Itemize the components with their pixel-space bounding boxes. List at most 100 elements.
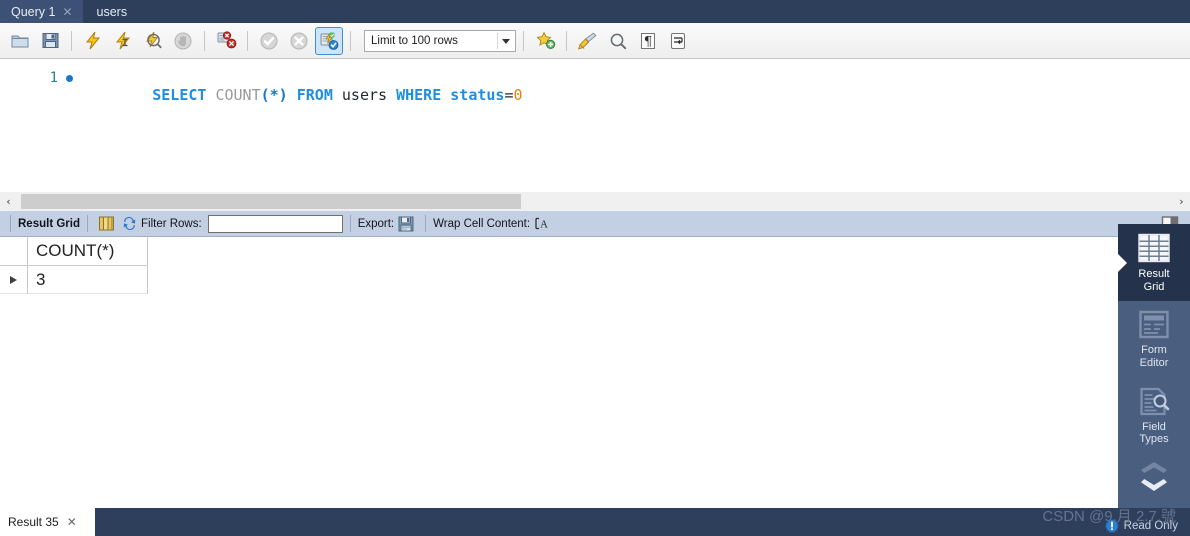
- save-sql-script-button[interactable]: [36, 27, 64, 55]
- read-only-status: Read Only: [1104, 519, 1178, 533]
- save-snippet-button[interactable]: [531, 27, 559, 55]
- sql-token-where: WHERE: [396, 86, 442, 104]
- export-icon: [398, 216, 414, 231]
- find-button[interactable]: [604, 27, 632, 55]
- editor-tab-bar: Query 1 ✕ users: [0, 0, 1190, 23]
- sql-token-status: status: [450, 86, 505, 104]
- beautify-sql-button[interactable]: [574, 27, 602, 55]
- grid-toolbar-separator-0: [10, 215, 11, 232]
- execute-current-icon: [115, 31, 130, 50]
- toggle-stop-on-error-icon: [217, 31, 236, 49]
- tab-query-1-label: Query 1: [11, 4, 56, 19]
- result-grid-icon: [1138, 233, 1170, 263]
- tab-query-1[interactable]: Query 1 ✕: [0, 0, 83, 23]
- row-limit-label: Limit to 100 rows: [371, 34, 458, 47]
- sql-editor-area[interactable]: 1 SELECT COUNT(*) FROM users WHERE statu…: [0, 59, 1190, 192]
- filter-rows-label: Filter Rows:: [140, 217, 202, 230]
- table-row[interactable]: 3: [0, 266, 1118, 294]
- autocommit-toggle-button[interactable]: [315, 26, 343, 55]
- grid-corner-cell[interactable]: [0, 237, 28, 266]
- explain-statement-button[interactable]: [139, 27, 167, 55]
- sql-token-zero: 0: [513, 86, 523, 104]
- read-only-icon: [1104, 519, 1119, 533]
- sql-token-equals: =: [504, 86, 514, 104]
- stop-icon: [174, 32, 192, 49]
- form-editor-icon: [1139, 311, 1169, 339]
- result-tab-35[interactable]: Result 35 ✕: [0, 508, 87, 536]
- filter-rows-input[interactable]: [207, 214, 343, 233]
- result-grid[interactable]: COUNT(*) 3: [0, 237, 1118, 489]
- refresh-icon: [123, 216, 136, 231]
- commit-icon: [260, 32, 278, 49]
- sql-token-table: users: [341, 86, 388, 104]
- sidebar-item-result-grid[interactable]: Result Grid: [1118, 224, 1190, 302]
- tab-query-1-close-icon[interactable]: ✕: [62, 6, 72, 18]
- rollback-button[interactable]: [285, 27, 313, 55]
- wrap-cell-icon: A: [535, 217, 548, 231]
- sql-statement-text[interactable]: SELECT COUNT(*) FROM users WHERE status=…: [80, 68, 523, 122]
- sql-token-select: SELECT: [152, 86, 207, 104]
- stop-on-error-toggle-button[interactable]: [212, 27, 240, 55]
- execute-statement-button[interactable]: [79, 27, 107, 55]
- svg-text:A: A: [540, 219, 548, 231]
- explain-icon: [145, 31, 162, 49]
- execute-current-statement-button[interactable]: [109, 27, 137, 55]
- grid-toolbar-separator-2: [349, 215, 351, 232]
- line-number: 1: [49, 70, 58, 86]
- tab-users[interactable]: users: [83, 0, 138, 23]
- scroll-left-arrow-icon[interactable]: ‹: [0, 192, 17, 211]
- grid-cell-count-value[interactable]: 3: [28, 266, 148, 294]
- sidebar-item-field-types-label: Field Types: [1139, 420, 1169, 446]
- rollback-icon: [290, 32, 308, 49]
- wrap-cell-content-button[interactable]: A: [533, 215, 550, 232]
- sidebar-item-field-types[interactable]: Field Types: [1118, 378, 1190, 454]
- editor-horizontal-scrollbar[interactable]: ‹ ›: [0, 192, 1190, 211]
- grid-toolbar-separator-1: [86, 215, 88, 232]
- chevron-down-icon: [502, 38, 510, 44]
- grid-view-button[interactable]: [98, 215, 115, 232]
- scroll-right-arrow-icon[interactable]: ›: [1173, 192, 1190, 211]
- beautify-icon: [578, 32, 597, 49]
- scrollbar-thumb[interactable]: [21, 194, 521, 209]
- result-tab-35-close-icon[interactable]: ✕: [67, 515, 77, 529]
- svg-text:¶: ¶: [644, 34, 652, 49]
- row-limit-dropdown[interactable]: Limit to 100 rows: [364, 29, 516, 52]
- chevron-up-icon[interactable]: [1137, 460, 1171, 475]
- stop-statement-button[interactable]: [169, 27, 197, 55]
- sidebar-item-result-grid-label: Result Grid: [1138, 268, 1170, 293]
- result-grid-toolbar: Result Grid Filter Rows: Export: Wrap Ce…: [0, 211, 1190, 237]
- chevron-down-icon[interactable]: [1137, 477, 1171, 494]
- toolbar-separator-5: [523, 30, 524, 51]
- sql-token-from: FROM: [296, 86, 333, 104]
- autocommit-icon: [320, 32, 339, 50]
- export-recordset-button[interactable]: [397, 215, 415, 233]
- result-grid-title: Result Grid: [18, 217, 80, 230]
- export-label: Export:: [357, 217, 395, 230]
- result-tab-35-label: Result 35: [8, 515, 59, 529]
- grid-column-header-count[interactable]: COUNT(*): [28, 237, 148, 266]
- toolbar-separator-3: [247, 30, 248, 51]
- row-selector-cell[interactable]: [0, 266, 28, 294]
- sql-token-star: (*): [260, 86, 288, 104]
- result-tab-bar: Result 35 ✕ Read Only: [0, 508, 1190, 536]
- open-sql-script-button[interactable]: [6, 27, 34, 55]
- sidebar-item-form-editor-label: Form Editor: [1139, 344, 1169, 369]
- commit-button[interactable]: [255, 27, 283, 55]
- toggle-wrap-lines-button[interactable]: [664, 27, 692, 55]
- toolbar-separator-4: [350, 30, 351, 51]
- save-icon: [42, 33, 58, 48]
- code-line-1: 1 SELECT COUNT(*) FROM users WHERE statu…: [0, 59, 1190, 122]
- save-snippet-icon: [535, 31, 555, 49]
- refresh-button[interactable]: [121, 215, 138, 232]
- scrollbar-track[interactable]: [17, 192, 1173, 211]
- mysql-workbench-window: Query 1 ✕ users Limit to 100 rows ¶ 1 SE…: [0, 0, 1190, 536]
- toolbar-separator-6: [566, 30, 567, 51]
- toggle-invisible-chars-button[interactable]: ¶: [634, 27, 662, 55]
- statement-marker-icon: [58, 75, 80, 82]
- sidebar-item-form-editor[interactable]: Form Editor: [1118, 301, 1190, 377]
- sidebar-scroll-controls: [1118, 454, 1190, 494]
- tab-users-label: users: [96, 4, 128, 19]
- execute-icon: [85, 31, 100, 50]
- field-types-icon: [1140, 387, 1170, 415]
- row-limit-divider: [497, 32, 498, 49]
